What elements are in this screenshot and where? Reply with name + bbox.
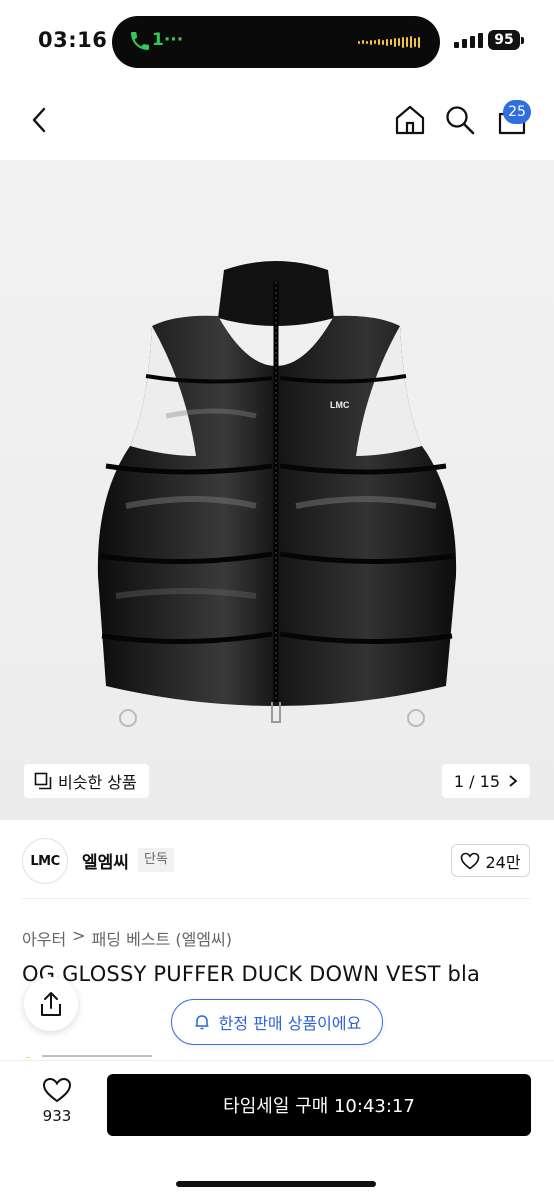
clock: 03:16 xyxy=(38,28,108,52)
rating-preview xyxy=(24,1050,184,1058)
battery-icon: 95 xyxy=(488,30,520,50)
share-button[interactable] xyxy=(24,977,78,1031)
breadcrumb-category[interactable]: 아우터 xyxy=(22,926,66,950)
product-image: LMC xyxy=(97,261,457,727)
back-button[interactable] xyxy=(22,102,58,138)
cart-count-badge: 25 xyxy=(503,100,531,124)
heart-icon xyxy=(461,852,480,870)
divider xyxy=(22,898,530,899)
breadcrumb-subcategory[interactable]: 패딩 베스트 (엘엠씨) xyxy=(92,926,232,950)
wishlist-button[interactable]: 933 xyxy=(30,1077,84,1137)
breadcrumb: 아우터 > 패딩 베스트 (엘엠씨) xyxy=(22,926,232,950)
heart-icon xyxy=(42,1077,72,1103)
search-button[interactable] xyxy=(442,102,478,138)
similar-products-label: 비슷한 상품 xyxy=(58,773,137,792)
product-image-gallery[interactable]: LMC 비슷한 상품 1 / 15 xyxy=(0,160,554,820)
wishlist-count: 933 xyxy=(42,1107,72,1125)
bell-icon xyxy=(195,1015,209,1030)
battery-nub xyxy=(521,37,524,44)
exclusive-badge: 단독 xyxy=(138,848,174,872)
time-sale-buy-button[interactable]: 타임세일 구매 10:43:17 xyxy=(107,1074,531,1136)
home-indicator[interactable] xyxy=(176,1181,376,1187)
chevron-left-icon xyxy=(32,107,46,133)
dynamic-island[interactable]: 1··· xyxy=(112,16,440,68)
limited-sale-notice[interactable]: 한정 판매 상품이에요 xyxy=(171,999,383,1045)
limited-sale-label: 한정 판매 상품이에요 xyxy=(218,1014,362,1033)
breadcrumb-separator: > xyxy=(72,926,86,945)
vest-logo: LMC xyxy=(330,400,350,410)
home-icon xyxy=(395,105,425,135)
image-counter[interactable]: 1 / 15 xyxy=(441,764,530,798)
top-navigation xyxy=(0,84,554,160)
bottom-action-bar: 933 타임세일 구매 10:43:17 xyxy=(0,1060,554,1200)
call-duration: 1··· xyxy=(152,30,184,50)
product-title: OG GLOSSY PUFFER DUCK DOWN VEST bla xyxy=(22,962,481,986)
brand-like-count: 24만 xyxy=(485,852,521,872)
search-icon xyxy=(446,106,475,135)
similar-products-button[interactable]: 비슷한 상품 xyxy=(24,764,149,798)
audio-wave-icon xyxy=(358,36,420,48)
image-counter-text: 1 / 15 xyxy=(453,771,500,791)
share-icon xyxy=(41,992,61,1016)
brand-row: LMC 엘엠씨 단독 24만 xyxy=(0,834,554,898)
status-bar: 03:16 1··· 95 xyxy=(0,0,554,84)
chevron-right-icon xyxy=(509,775,518,787)
brand-name[interactable]: 엘엠씨 xyxy=(82,848,129,873)
brand-logo[interactable]: LMC xyxy=(22,838,68,884)
phone-icon xyxy=(131,32,149,50)
similar-items-icon xyxy=(34,772,52,790)
signal-icon xyxy=(454,32,483,48)
home-button[interactable] xyxy=(392,102,428,138)
brand-like-button[interactable]: 24만 xyxy=(451,844,530,877)
